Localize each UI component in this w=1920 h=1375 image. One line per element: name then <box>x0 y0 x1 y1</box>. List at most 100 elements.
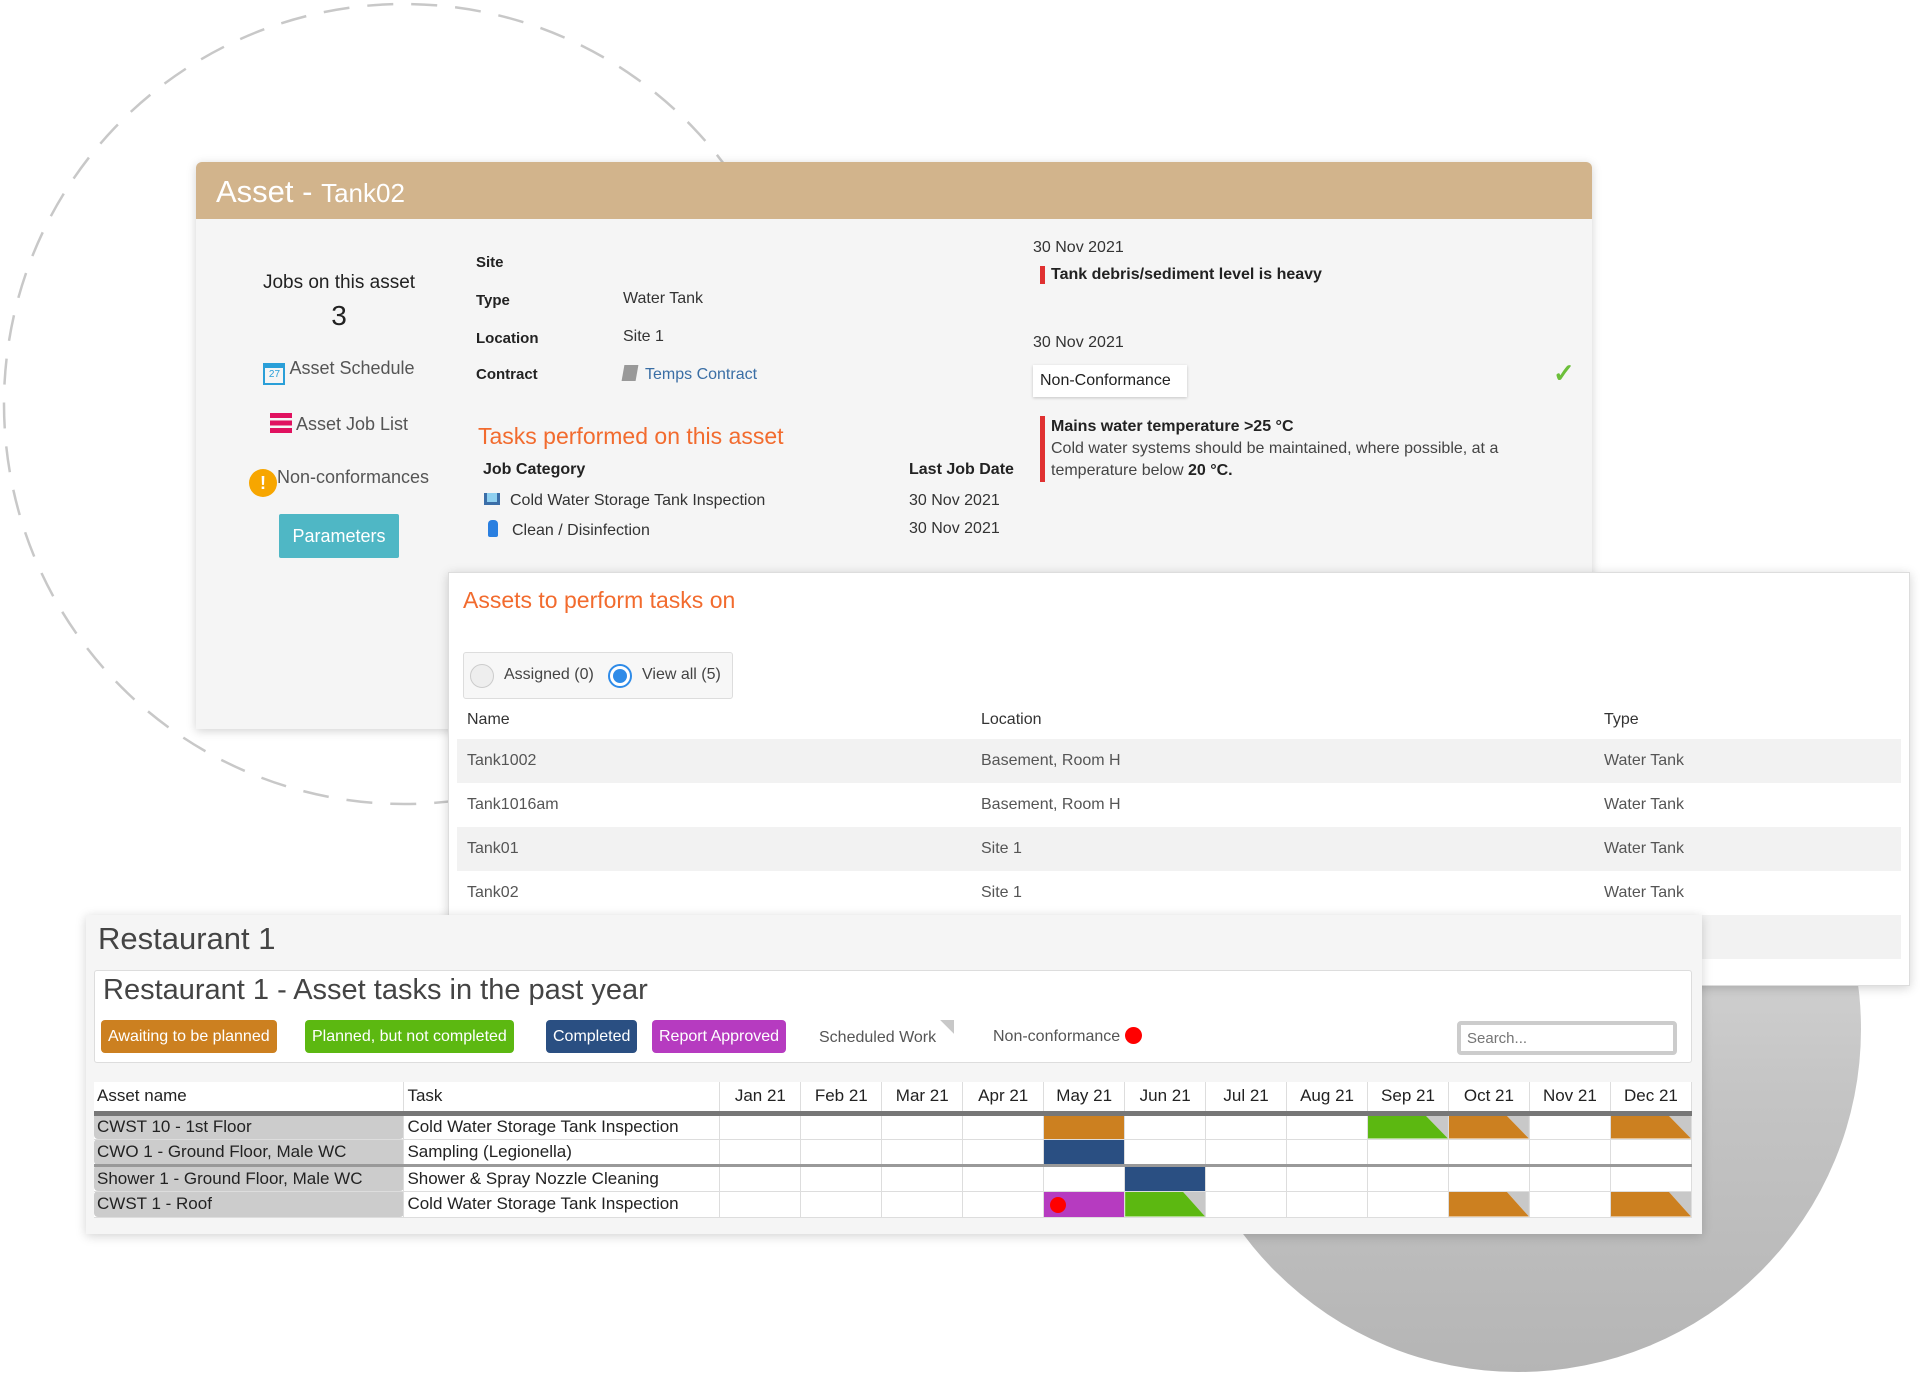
month-cell <box>1124 1113 1207 1140</box>
table-row[interactable]: Tank02 Site 1 Water Tank <box>457 871 1901 915</box>
task-row: Cold Water Storage Tank Inspection <box>484 492 765 510</box>
view-all-label: View all (5) <box>642 666 721 683</box>
cell-location: Basement, Room H <box>981 752 1121 769</box>
contract-link[interactable]: Temps Contract <box>621 365 757 384</box>
status-fill <box>1044 1139 1125 1164</box>
month-cell <box>1205 1139 1288 1166</box>
tasks-header-date: Last Job Date <box>909 461 1014 478</box>
asset-job-list-link[interactable]: Asset Job List <box>236 413 442 435</box>
month-cell <box>1043 1165 1126 1192</box>
task-bar-awaiting[interactable] <box>1610 1113 1693 1140</box>
month-cell <box>719 1165 802 1192</box>
header-location: Location <box>981 711 1042 728</box>
cell-name: Tank1002 <box>467 752 537 769</box>
jobs-count: 3 <box>331 300 347 331</box>
legend-nonconformance: Non-conformance <box>993 1020 1143 1053</box>
month-header: Mar 21 <box>881 1082 964 1116</box>
task-category: Cold Water Storage Tank Inspection <box>510 492 766 509</box>
table-row[interactable]: Tank1002 Basement, Room H Water Tank <box>457 739 1901 783</box>
month-cell <box>1529 1165 1611 1192</box>
nonconformance-dot-icon <box>1050 1196 1067 1213</box>
nonconformances-label: Non-conformances <box>276 467 430 487</box>
nonconformances-link[interactable]: ! Non-conformances <box>236 467 442 497</box>
event-date: 30 Nov 2021 <box>1033 334 1124 351</box>
gantt-row: Shower 1 - Ground Floor, Male WC Shower &… <box>94 1165 1693 1192</box>
month-cell <box>962 1139 1045 1166</box>
asset-title-prefix: Asset - <box>216 174 322 209</box>
task-bar-awaiting[interactable] <box>1610 1191 1693 1218</box>
cell-type: Water Tank <box>1604 884 1685 901</box>
assigned-label: Assigned (0) <box>504 666 594 683</box>
task-bar-approved[interactable] <box>1043 1191 1126 1218</box>
month-cell <box>1529 1113 1611 1140</box>
month-header: Dec 21 <box>1610 1082 1693 1116</box>
search-input[interactable] <box>1457 1021 1677 1055</box>
task-bar-completed[interactable] <box>1124 1165 1207 1192</box>
asset-name-cell[interactable]: CWST 1 - Roof <box>94 1191 405 1218</box>
month-cell <box>719 1139 802 1166</box>
table-row[interactable]: Tank01 Site 1 Water Tank <box>457 827 1901 871</box>
cell-name: Tank02 <box>467 884 519 901</box>
legend-scheduled-work: Scheduled Work <box>819 1020 955 1054</box>
table-row[interactable]: Tank1016am Basement, Room H Water Tank <box>457 783 1901 827</box>
month-header: Jul 21 <box>1205 1082 1288 1116</box>
list-icon <box>269 413 292 433</box>
header-name: Name <box>467 711 510 728</box>
field-label-contract: Contract <box>476 366 538 383</box>
event-body: Cold water systems should be maintained,… <box>1051 440 1499 479</box>
asset-schedule-label: Asset Schedule <box>289 358 415 378</box>
view-all-radio[interactable] <box>608 664 632 688</box>
month-header: Sep 21 <box>1367 1082 1449 1116</box>
red-dot-icon <box>1125 1027 1143 1044</box>
asset-name-cell[interactable]: Shower 1 - Ground Floor, Male WC <box>94 1165 405 1192</box>
legend-report-approved: Report Approved <box>652 1020 787 1053</box>
task-row: Clean / Disinfection <box>488 520 650 540</box>
status-fill <box>1044 1115 1125 1139</box>
task-bar-completed[interactable] <box>1043 1139 1126 1166</box>
document-icon <box>621 365 639 381</box>
task-cell: Shower & Spray Nozzle Cleaning <box>403 1165 721 1192</box>
event-detail: Mains water temperature >25 °C Cold wate… <box>1040 416 1560 482</box>
month-cell <box>1448 1139 1530 1166</box>
task-cell: Cold Water Storage Tank Inspection <box>403 1191 721 1218</box>
asset-name-cell[interactable]: CWST 10 - 1st Floor <box>94 1113 405 1140</box>
task-bar-awaiting[interactable] <box>1448 1191 1530 1218</box>
spray-bottle-icon <box>488 520 498 537</box>
task-category: Clean / Disinfection <box>512 522 650 539</box>
month-cell <box>1610 1165 1693 1192</box>
month-cell <box>1286 1139 1369 1166</box>
scheduled-work-label: Scheduled Work <box>819 1029 937 1046</box>
month-cell <box>800 1191 883 1218</box>
parameters-button[interactable]: Parameters <box>279 514 399 558</box>
month-header: Jun 21 <box>1124 1082 1207 1116</box>
filter-radio-group: Assigned (0) View all (5) <box>463 652 733 699</box>
field-value-location: Site 1 <box>623 328 664 345</box>
cell-type: Water Tank <box>1604 840 1685 857</box>
assigned-radio[interactable] <box>470 664 494 688</box>
month-header: Nov 21 <box>1529 1082 1611 1116</box>
month-cell <box>1367 1139 1449 1166</box>
field-label-location: Location <box>476 330 539 347</box>
gantt-table: Asset name Task Jan 21 Feb 21 Mar 21 Apr 21 Ma… <box>94 1082 1693 1218</box>
month-cell <box>800 1113 883 1140</box>
month-header: Apr 21 <box>962 1082 1045 1116</box>
tasks-heading: Tasks performed on this asset <box>478 423 784 449</box>
restaurant-title: Restaurant 1 <box>98 921 276 956</box>
task-date: 30 Nov 2021 <box>909 492 1000 509</box>
gantt-row: CWO 1 - Ground Floor, Male WC Sampling (L… <box>94 1139 1693 1166</box>
asset-name-cell[interactable]: CWO 1 - Ground Floor, Male WC <box>94 1139 405 1166</box>
task-bar-planned[interactable] <box>1124 1191 1207 1218</box>
restaurant-panel: Restaurant 1 Restaurant 1 - Asset tasks … <box>86 915 1702 1234</box>
task-bar-planned[interactable] <box>1367 1113 1449 1140</box>
legend-completed: Completed <box>546 1020 638 1053</box>
task-bar-awaiting[interactable] <box>1448 1113 1530 1140</box>
event-body-bold: 20 °C. <box>1187 462 1233 479</box>
asset-schedule-link[interactable]: 27 Asset Schedule <box>236 358 442 385</box>
task-bar-awaiting[interactable] <box>1043 1113 1126 1140</box>
month-cell <box>881 1113 964 1140</box>
asset-title-name: Tank02 <box>321 178 405 208</box>
cell-type: Water Tank <box>1604 796 1685 813</box>
asset-tasks-subtitle: Restaurant 1 - Asset tasks in the past y… <box>103 974 648 1006</box>
month-cell <box>719 1113 802 1140</box>
tasks-header-category: Job Category <box>483 461 586 478</box>
